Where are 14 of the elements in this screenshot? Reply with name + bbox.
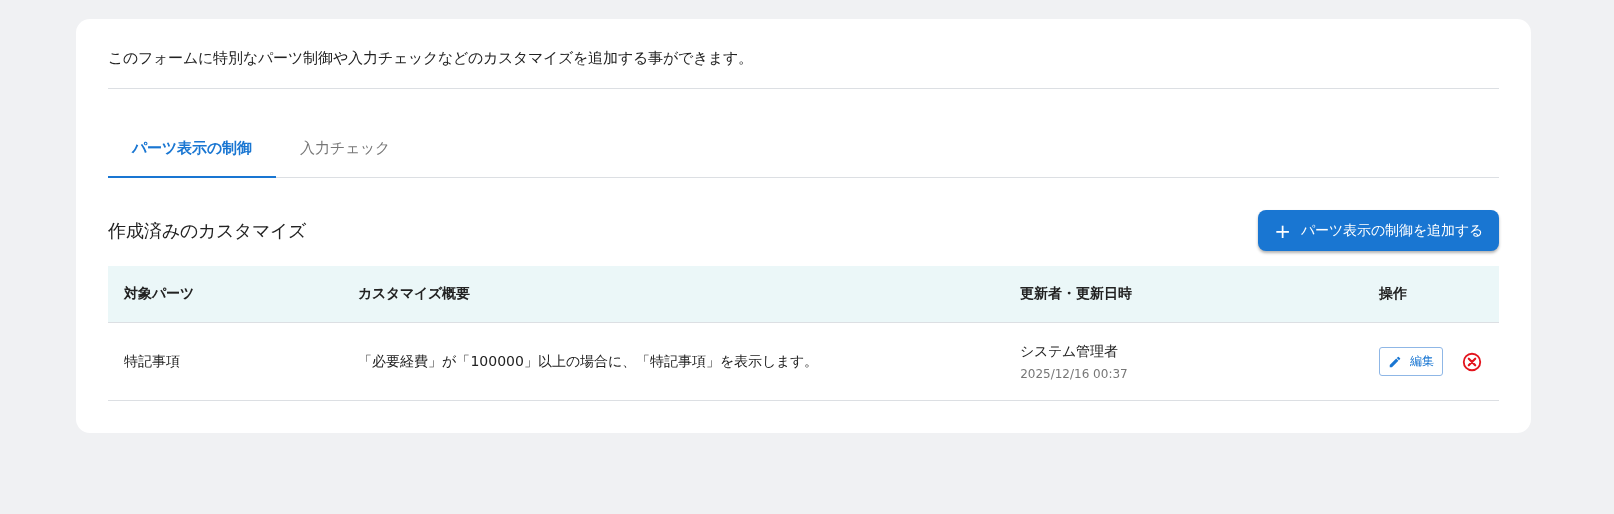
- description-text: このフォームに特別なパーツ制御や入力チェックなどのカスタマイズを追加する事ができます。: [108, 49, 1499, 89]
- add-button[interactable]: + パーツ表示の制御を追加する: [1258, 210, 1499, 251]
- part-name: 特記事項: [124, 352, 180, 369]
- updated-date: 2025/12/16 00:37: [1020, 366, 1129, 381]
- column-header: 更新者・更新日時: [1020, 285, 1133, 301]
- updater-name: システム管理者: [1020, 342, 1119, 359]
- column-header: カスタマイズ概要: [358, 285, 471, 301]
- tab[interactable]: パーツ表示の制御: [108, 125, 276, 178]
- tab[interactable]: 入力チェック: [276, 125, 414, 178]
- column-header: 操作: [1379, 285, 1407, 301]
- column-header: 対象パーツ: [124, 285, 194, 301]
- edit-button[interactable]: 編集: [1379, 347, 1443, 376]
- section-title: 作成済みのカスタマイズ: [108, 218, 306, 243]
- summary-text: 「必要経費」が「100000」以上の場合に、「特記事項」を表示します。: [358, 352, 818, 369]
